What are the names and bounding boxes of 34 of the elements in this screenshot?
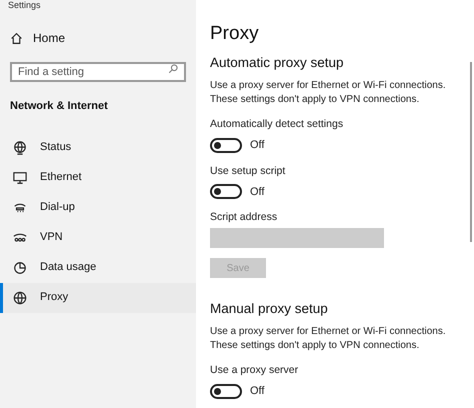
globe-icon [13,290,27,304]
field-label: Script address [210,210,278,224]
home-icon [10,32,23,44]
setting-label: Automatically detect settings [210,117,344,131]
window-title: Settings [7,0,41,11]
monitor-icon [13,170,27,184]
nav-item[interactable]: Proxy [0,282,196,312]
phone-icon [13,200,27,214]
toggle-switch[interactable] [210,384,242,399]
vpn-icon [13,230,27,244]
section-heading: Manual proxy setup [210,300,329,318]
nav-item[interactable]: Status [0,132,196,162]
setting-label: Use setup script [210,164,286,178]
section-description: Use a proxy server for Ethernet or Wi-Fi connections. These settings don't apply to VPN connections. [210,325,447,353]
nav-item[interactable]: Ethernet [0,162,196,192]
pie-chart-icon [13,260,27,274]
section-description: Use a proxy server for Ethernet or Wi-Fi connections. These settings don't apply to VPN connections. [210,79,447,107]
toggle-state: Off [250,384,264,399]
page-title: Proxy [210,22,260,46]
section-heading: Automatic proxy setup [210,54,345,72]
search-icon [168,64,178,74]
scrollbar[interactable] [470,62,472,242]
category-heading: Network & Internet [9,99,109,114]
globe-icon [13,140,27,154]
toggle-switch[interactable] [210,184,242,200]
toggle-switch[interactable] [210,138,242,153]
toggle-state: Off [250,184,264,200]
toggle-state: Off [250,138,264,153]
search-field[interactable]: Find a setting [10,62,186,82]
nav-item[interactable]: Dial-up [0,192,196,222]
nav-item[interactable]: VPN [0,222,196,252]
nav-item[interactable]: Data usage [0,252,196,282]
home-link[interactable]: Home [0,29,196,47]
setting-label: Use a proxy server [210,363,300,377]
